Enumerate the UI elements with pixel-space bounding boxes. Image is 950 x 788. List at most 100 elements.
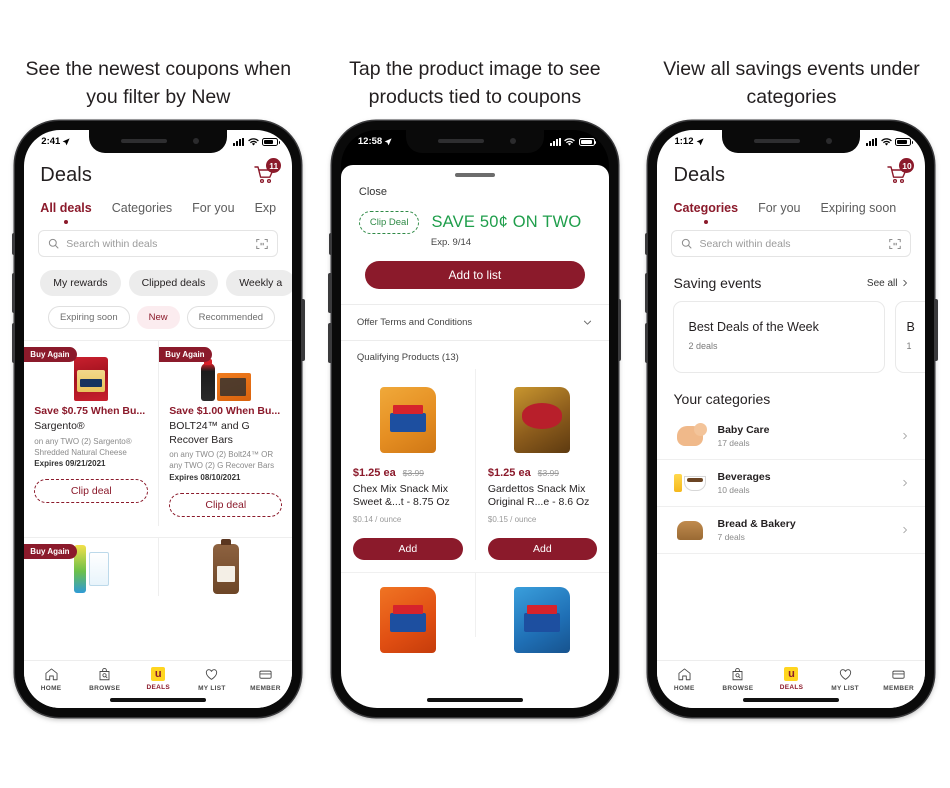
tab-categories[interactable]: Categories — [112, 201, 172, 224]
chip-weekly-ad[interactable]: Weekly a — [226, 270, 293, 296]
cellular-signal-icon — [549, 137, 561, 146]
saving-events-carousel[interactable]: Best Deals of the Week 2 deals B 1 — [657, 291, 926, 373]
saving-event-card[interactable]: B 1 — [895, 301, 926, 373]
clip-deal-button[interactable]: Clip deal — [34, 479, 149, 504]
nav-browse[interactable]: BROWSE — [711, 667, 765, 692]
coupon-product-image[interactable] — [159, 538, 292, 596]
offer-terms-accordion[interactable]: Offer Terms and Conditions — [340, 303, 609, 341]
chocolate-milk-jug-icon — [212, 539, 239, 594]
product-card[interactable] — [341, 573, 475, 654]
home-icon — [678, 668, 691, 681]
saving-events-title: Saving events — [673, 275, 762, 291]
clip-deal-button[interactable]: Clip deal — [169, 493, 283, 517]
nav-member[interactable]: MEMBER — [872, 667, 926, 692]
quick-filter-chips: My rewards Clipped deals Weekly a — [24, 257, 293, 296]
coupon-brand: Sargento® — [34, 420, 85, 433]
status-time: 12:58 — [357, 136, 383, 147]
list-item[interactable]: Beverages 10 deals — [657, 460, 926, 507]
status-right — [549, 137, 597, 146]
nav-home-label: HOME — [673, 685, 695, 692]
product-original-price: $3.99 — [402, 467, 424, 478]
coupon-card[interactable] — [158, 538, 292, 596]
chip-my-rewards[interactable]: My rewards — [40, 270, 121, 296]
coupon-grid-row-2: Buy Again — [24, 537, 293, 596]
tab-for-you[interactable]: For you — [758, 201, 800, 224]
product-card[interactable]: $1.25 ea $3.99 Gardettos Snack Mix Origi… — [474, 368, 609, 561]
browse-bag-icon — [732, 667, 743, 681]
coupon-card[interactable]: Buy Again Save $1.00 When Bu... BOLT24™ … — [158, 341, 292, 526]
earpiece-speaker — [437, 139, 484, 143]
saving-event-count: 1 — [906, 340, 912, 351]
wifi-icon — [247, 137, 259, 145]
coupon-description: on any TWO (2) Bolt24™ OR any TWO (2) G … — [169, 450, 275, 471]
battery-icon — [262, 137, 280, 146]
earpiece-speaker — [121, 139, 168, 143]
list-item[interactable]: Baby Care 17 deals — [657, 413, 926, 460]
add-to-list-button[interactable]: Add to list — [364, 260, 585, 289]
tab-expiring-soon[interactable]: Exp — [255, 201, 277, 224]
add-product-button[interactable]: Add — [487, 538, 597, 561]
nav-deals[interactable]: u DEALS — [765, 667, 819, 691]
nav-deals[interactable]: u DEALS — [131, 667, 185, 691]
product-image[interactable] — [488, 377, 597, 463]
saving-event-title: B — [906, 320, 915, 334]
product-card[interactable] — [474, 573, 609, 654]
saving-events-header: Saving events See all — [657, 257, 925, 291]
nav-home[interactable]: HOME — [24, 667, 78, 692]
clip-deal-button[interactable]: Clip Deal — [358, 210, 420, 234]
list-item[interactable]: Bread & Bakery 7 deals — [657, 507, 926, 554]
chip-clipped-deals[interactable]: Clipped deals — [128, 270, 219, 296]
page-title: Deals — [40, 163, 92, 186]
tab-all-deals[interactable]: All deals — [40, 201, 91, 224]
nav-browse[interactable]: BROWSE — [78, 667, 132, 692]
app-header-3: Deals 10 — [657, 153, 925, 187]
phone-frame-1: 2:41 Deals 11 All deals Categories For y… — [11, 121, 305, 717]
tab-categories[interactable]: Categories — [673, 201, 738, 224]
page-title: Deals — [673, 163, 726, 186]
status-right — [233, 137, 280, 146]
status-right — [866, 137, 914, 146]
barcode-scan-icon[interactable] — [256, 238, 269, 250]
browse-bag-icon — [99, 667, 110, 681]
location-arrow-icon — [696, 137, 704, 145]
search-input-1[interactable]: Search within deals — [38, 230, 279, 257]
coupon-grid-row-1: Buy Again Save $0.75 When Bu... Sargento… — [24, 340, 293, 526]
nav-home[interactable]: HOME — [657, 667, 711, 692]
search-icon — [682, 238, 692, 249]
barcode-scan-icon[interactable] — [889, 238, 902, 250]
coupon-card[interactable]: Buy Again — [24, 538, 158, 596]
chevron-down-icon — [583, 320, 591, 325]
nav-member[interactable]: MEMBER — [239, 667, 293, 692]
add-product-button[interactable]: Add — [352, 538, 463, 561]
chip-recommended[interactable]: Recommended — [186, 306, 276, 329]
tab-expiring-soon[interactable]: Expiring soon — [820, 201, 896, 224]
nav-my-list[interactable]: MY LIST — [818, 667, 872, 692]
nav-deals-label: DEALS — [779, 684, 804, 691]
bolt24-bottle-icon — [200, 359, 215, 401]
coupon-card[interactable]: Buy Again Save $0.75 When Bu... Sargento… — [24, 341, 158, 526]
product-image[interactable] — [488, 581, 597, 654]
chip-new[interactable]: New — [136, 306, 180, 329]
home-indicator — [110, 698, 207, 702]
sort-filter-chips: x Expiring soon New Recommended — [24, 296, 292, 329]
nav-my-list[interactable]: MY LIST — [185, 667, 239, 692]
close-button[interactable]: Close — [341, 177, 609, 198]
chevron-right-icon — [903, 279, 908, 287]
product-card[interactable]: $1.25 ea $3.99 Chex Mix Snack Mix Sweet … — [341, 369, 475, 561]
saving-event-card[interactable]: Best Deals of the Week 2 deals — [673, 301, 886, 373]
coupon-detail-modal: Close Clip Deal SAVE 50¢ ON TWO Exp. 9/1… — [340, 165, 609, 708]
chip-expiring-soon[interactable]: Expiring soon — [48, 306, 130, 329]
volume-down-button — [328, 323, 332, 363]
cart-button[interactable]: 11 — [252, 158, 282, 187]
saving-event-count: 2 deals — [688, 340, 718, 351]
deals-tabs-3: Categories For you Expiring soon — [657, 187, 925, 224]
tab-for-you[interactable]: For you — [192, 201, 234, 224]
product-image[interactable] — [353, 377, 463, 463]
see-all-button[interactable]: See all — [867, 278, 910, 289]
g-recover-box-icon — [216, 373, 251, 401]
search-input-3[interactable]: Search within deals — [671, 230, 912, 257]
nav-deals-label: DEALS — [146, 684, 171, 691]
cart-button[interactable]: 10 — [885, 158, 915, 187]
category-name: Beverages — [717, 471, 771, 483]
product-image[interactable] — [353, 581, 463, 654]
